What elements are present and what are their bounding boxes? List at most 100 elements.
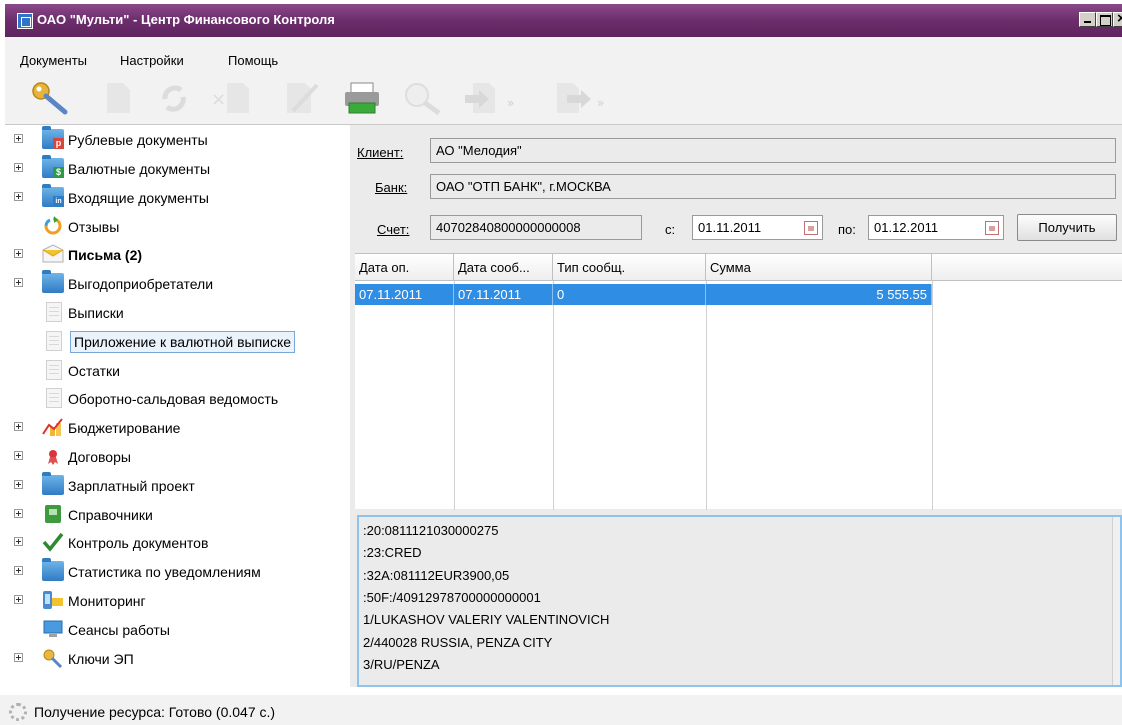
column-header-message-type[interactable]: Тип сообщ. bbox=[553, 254, 706, 281]
monitor-icon bbox=[43, 620, 63, 637]
expand-icon[interactable] bbox=[14, 509, 23, 518]
tree-item-beneficiaries[interactable]: Выгодоприобретатели bbox=[8, 270, 348, 298]
tree-item-currency-statement-appendix[interactable]: Приложение к валютной выписке bbox=[8, 328, 348, 356]
delete-icon[interactable]: × bbox=[209, 81, 253, 115]
expand-icon[interactable] bbox=[14, 595, 23, 604]
tree-item-work-sessions[interactable]: Сеансы работы bbox=[8, 616, 348, 644]
tree-item-ruble-documents[interactable]: р Рублевые документы bbox=[8, 126, 348, 154]
tree-item-label: Ключи ЭП bbox=[68, 651, 134, 667]
expand-icon[interactable] bbox=[14, 163, 23, 172]
date-from-input[interactable]: 01.11.2011 bbox=[692, 215, 823, 240]
tree-item-balances[interactable]: Остатки bbox=[8, 357, 348, 385]
tree-item-letters[interactable]: Письма (2) bbox=[8, 241, 348, 269]
message-line: 3/RU/PENZA bbox=[363, 657, 440, 672]
column-header-message-date[interactable]: Дата сооб... bbox=[454, 254, 553, 281]
expand-icon[interactable] bbox=[14, 134, 23, 143]
cell-amount: 5 555.55 bbox=[706, 284, 932, 305]
svg-text:×: × bbox=[211, 89, 226, 110]
app-icon bbox=[17, 13, 33, 29]
column-divider bbox=[454, 281, 455, 510]
expand-icon[interactable] bbox=[14, 249, 23, 258]
tree-item-turnover-sheet[interactable]: Оборотно-сальдовая ведомость bbox=[8, 385, 348, 413]
tree-item-currency-documents[interactable]: $ Валютные документы bbox=[8, 155, 348, 183]
tree-item-notification-statistics[interactable]: Статистика по уведомлениям bbox=[8, 558, 348, 586]
account-label: Счет: bbox=[377, 222, 410, 237]
title-bar: ОАО "Мульти" - Центр Финансового Контрол… bbox=[5, 4, 1122, 37]
column-divider bbox=[932, 281, 933, 510]
print-icon[interactable] bbox=[341, 81, 385, 115]
cell-operation-date: 07.11.2011 bbox=[355, 284, 454, 305]
column-divider bbox=[706, 281, 707, 510]
cell-message-type: 0 bbox=[553, 284, 706, 305]
menu-settings[interactable]: Настройки bbox=[120, 53, 184, 68]
tree-item-label: Валютные документы bbox=[68, 161, 211, 177]
menu-documents[interactable]: Документы bbox=[20, 53, 87, 68]
message-line: :32A:081112EUR3900,05 bbox=[363, 568, 510, 583]
sign-icon[interactable] bbox=[283, 81, 323, 115]
key-icon[interactable] bbox=[29, 81, 73, 115]
close-button[interactable] bbox=[1113, 12, 1122, 27]
tree-item-budgeting[interactable]: Бюджетирование bbox=[8, 414, 348, 442]
tree-item-label: Рублевые документы bbox=[68, 132, 208, 148]
tree-item-ep-keys[interactable]: Ключи ЭП bbox=[8, 645, 348, 673]
document-icon bbox=[46, 388, 62, 408]
message-line: :23:CRED bbox=[363, 545, 422, 560]
expand-icon[interactable] bbox=[14, 422, 23, 431]
search-icon[interactable] bbox=[401, 81, 445, 115]
refresh-icon[interactable] bbox=[157, 81, 191, 115]
client-value: АО "Мелодия" bbox=[436, 143, 522, 158]
table-row[interactable]: 07.11.2011 07.11.2011 0 5 555.55 bbox=[355, 284, 932, 305]
expand-icon[interactable] bbox=[14, 653, 23, 662]
import-icon[interactable]: » bbox=[463, 81, 523, 115]
expand-icon[interactable] bbox=[14, 537, 23, 546]
tree-item-incoming-documents[interactable]: in Входящие документы bbox=[8, 184, 348, 212]
table-header: Дата оп. Дата сооб... Тип сообщ. Сумма bbox=[355, 254, 1122, 281]
document-icon[interactable] bbox=[103, 81, 133, 115]
bank-label: Банк: bbox=[375, 180, 408, 195]
column-header-operation-date[interactable]: Дата оп. bbox=[355, 254, 454, 281]
calendar-icon[interactable] bbox=[985, 221, 999, 235]
expand-icon[interactable] bbox=[14, 192, 23, 201]
tree-item-document-control[interactable]: Контроль документов bbox=[8, 529, 348, 557]
date-from-value: 01.11.2011 bbox=[698, 220, 762, 235]
column-header-amount[interactable]: Сумма bbox=[706, 254, 932, 281]
expand-icon[interactable] bbox=[14, 278, 23, 287]
menu-help[interactable]: Помощь bbox=[228, 53, 278, 68]
tree-item-label: Сеансы работы bbox=[68, 622, 170, 638]
tree-item-label: Бюджетирование bbox=[68, 420, 181, 436]
date-to-input[interactable]: 01.12.2011 bbox=[868, 215, 1004, 240]
expand-icon[interactable] bbox=[14, 566, 23, 575]
tree-item-references[interactable]: Справочники bbox=[8, 501, 348, 529]
tree-item-salary-project[interactable]: Зарплатный проект bbox=[8, 472, 348, 500]
tree-item-recalls[interactable]: Отзывы bbox=[8, 213, 348, 241]
tree-item-monitoring[interactable]: Мониторинг bbox=[8, 587, 348, 615]
document-icon bbox=[46, 331, 62, 351]
book-icon bbox=[45, 505, 61, 523]
minimize-button[interactable] bbox=[1079, 12, 1096, 27]
tree-item-label: Оборотно-сальдовая ведомость bbox=[68, 391, 279, 407]
vertical-scrollbar[interactable] bbox=[1112, 517, 1120, 685]
message-line: :50F:/40912978700000000001 bbox=[363, 590, 541, 605]
expand-icon[interactable] bbox=[14, 451, 23, 460]
tree-item-contracts[interactable]: Договоры bbox=[8, 443, 348, 471]
account-field[interactable]: 40702840800000000008 bbox=[430, 215, 642, 240]
export-icon[interactable]: » bbox=[553, 81, 613, 115]
calendar-icon[interactable] bbox=[804, 221, 818, 235]
window-title: ОАО "Мульти" - Центр Финансового Контрол… bbox=[37, 12, 335, 27]
recall-icon bbox=[44, 216, 62, 235]
get-button[interactable]: Получить bbox=[1017, 214, 1117, 241]
toolbar: × » » bbox=[5, 71, 1122, 125]
expand-icon[interactable] bbox=[14, 480, 23, 489]
status-text: Получение ресурса: Готово (0.047 с.) bbox=[34, 704, 276, 720]
menu-bar: Документы Настройки Помощь bbox=[5, 37, 1122, 71]
bank-field[interactable]: ОАО "ОТП БАНК", г.МОСКВА bbox=[430, 174, 1116, 199]
maximize-button[interactable] bbox=[1096, 12, 1113, 27]
tree-item-label: Мониторинг bbox=[68, 593, 146, 609]
ruble-folder-icon: р bbox=[42, 126, 64, 149]
navigation-tree: р Рублевые документы $ Валютные документ… bbox=[8, 125, 348, 687]
message-text-area[interactable]: :20:0811121030000275 :23:CRED :32A:08111… bbox=[357, 515, 1122, 687]
tree-item-label: Статистика по уведомлениям bbox=[68, 564, 261, 580]
tree-item-statements[interactable]: Выписки bbox=[8, 299, 348, 327]
client-field[interactable]: АО "Мелодия" bbox=[430, 138, 1116, 163]
date-to-label: по: bbox=[838, 222, 856, 237]
